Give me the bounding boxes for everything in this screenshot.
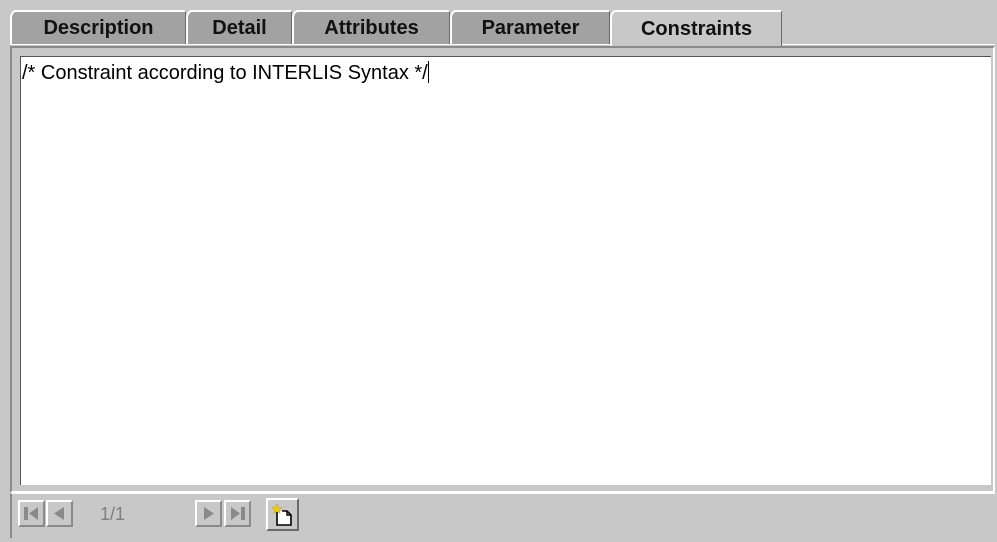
editor-frame: /* Constraint according to INTERLIS Synt… [10, 46, 995, 493]
last-page-icon [231, 507, 245, 520]
tab-detail[interactable]: Detail [186, 10, 292, 44]
tab-label: Description [43, 16, 154, 39]
tab-strip: Description Detail Attributes Parameter … [10, 10, 995, 46]
tab-parameter[interactable]: Parameter [450, 10, 610, 44]
new-document-icon [270, 502, 292, 526]
tab-label: Attributes [324, 16, 419, 39]
tab-label: Detail [212, 16, 267, 39]
first-page-button[interactable] [18, 500, 45, 527]
next-page-button[interactable] [195, 500, 222, 527]
text-caret [427, 61, 429, 83]
tab-attributes[interactable]: Attributes [292, 10, 450, 44]
first-page-icon [24, 507, 38, 520]
page-indicator: 1/1 [100, 504, 126, 524]
tab-strip-divider [10, 44, 995, 45]
tab-description[interactable]: Description [10, 10, 186, 44]
tab-constraints[interactable]: Constraints [610, 10, 782, 46]
constraints-editor-panel: Description Detail Attributes Parameter … [0, 0, 997, 542]
constraint-text: /* Constraint according to INTERLIS Synt… [22, 62, 428, 84]
next-page-icon [204, 507, 214, 520]
new-record-button[interactable] [266, 498, 299, 531]
previous-page-icon [54, 507, 64, 520]
tab-label: Constraints [640, 17, 753, 40]
tab-label: Parameter [481, 16, 580, 39]
constraint-text-area[interactable]: /* Constraint according to INTERLIS Synt… [20, 56, 991, 485]
previous-page-button[interactable] [46, 500, 73, 527]
record-navigator: 1/1 [10, 493, 995, 538]
last-page-button[interactable] [224, 500, 251, 527]
